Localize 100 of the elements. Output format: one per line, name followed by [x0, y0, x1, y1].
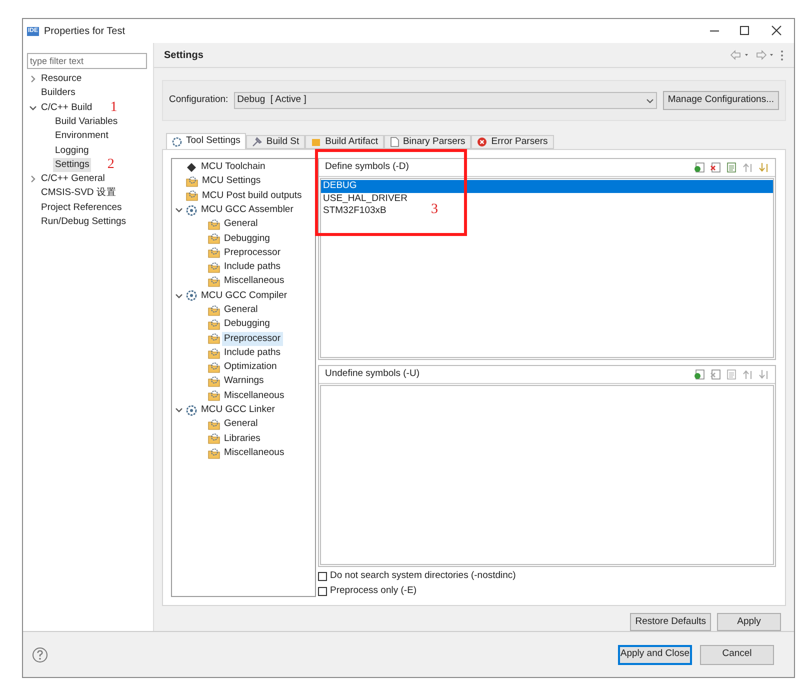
tree-item[interactable]: Environment	[53, 129, 110, 144]
tree-item[interactable]: Include paths	[222, 346, 283, 360]
tree-item[interactable]: Debugging	[222, 232, 272, 246]
tree-item[interactable]: Run/Debug Settings	[39, 214, 128, 230]
folder-gear-icon	[208, 362, 220, 373]
chevron-down-icon[interactable]	[175, 292, 183, 300]
add-icon[interactable]	[694, 369, 705, 380]
tree-item[interactable]: C/C++ Build	[39, 100, 94, 115]
gear-icon	[186, 290, 197, 302]
folder-gear-icon	[186, 176, 198, 187]
move-up-icon[interactable]	[742, 369, 753, 380]
chevron-down-icon[interactable]	[29, 104, 37, 112]
tree-item[interactable]: Settings	[53, 158, 92, 172]
tree-item[interactable]: MCU Settings	[200, 174, 263, 189]
folder-gear-icon	[208, 276, 220, 288]
dialog-button[interactable]: Apply and Close	[618, 644, 692, 664]
folder-gear-icon	[208, 333, 220, 344]
hammer-icon	[252, 137, 262, 147]
folder-gear-icon	[208, 433, 220, 444]
tree-item[interactable]: Logging	[53, 144, 91, 158]
chevron-right-icon[interactable]	[29, 75, 37, 84]
page-button[interactable]: Restore Defaults	[630, 613, 711, 631]
box-icon	[311, 137, 322, 147]
checkbox-label: Preprocess only (-E)	[330, 584, 417, 598]
tree-item[interactable]: Build Variables	[53, 114, 120, 130]
window-title: Properties for Test	[44, 24, 125, 38]
add-icon[interactable]	[694, 162, 705, 173]
error-icon	[477, 137, 488, 147]
gear-icon	[186, 404, 197, 416]
tree-item[interactable]: Include paths	[222, 260, 283, 274]
folder-gear-icon	[208, 376, 220, 388]
tree-item[interactable]: Libraries	[222, 432, 262, 446]
tree-item[interactable]: Miscellaneous	[222, 446, 286, 460]
chevron-right-icon[interactable]	[29, 175, 37, 184]
tree-item[interactable]: MCU GCC Linker	[199, 403, 277, 418]
tree-item[interactable]: MCU Toolchain	[199, 160, 268, 174]
folder-gear-icon	[208, 418, 220, 430]
gear-icon	[172, 136, 182, 146]
manage-configurations-button[interactable]: Manage Configurations...	[662, 91, 779, 110]
symbol-item[interactable]: USE_HAL_DRIVER	[321, 192, 410, 205]
checkbox[interactable]	[318, 572, 327, 580]
tab[interactable]: Build Artifact	[305, 135, 384, 149]
annotation-number: 1	[110, 100, 118, 115]
symbol-item[interactable]: STM32F103xB	[321, 205, 388, 218]
tree-item[interactable]: Miscellaneous	[222, 388, 286, 404]
panel-title: Undefine symbols (-U)	[325, 367, 420, 382]
dialog-button[interactable]: Cancel	[700, 644, 774, 664]
tab[interactable]: Binary Parsers	[384, 135, 472, 149]
annotation-number: 2	[107, 158, 114, 172]
folder-gear-icon	[208, 262, 220, 273]
tree-item[interactable]: Debugging	[222, 317, 272, 332]
panel-title: Define symbols (-D)	[325, 160, 409, 174]
more-icon[interactable]	[780, 50, 784, 61]
chip-icon	[186, 162, 197, 173]
tab[interactable]: Tool Settings	[166, 133, 246, 149]
configuration-dropdown[interactable]: Debug [ Active ]	[234, 92, 657, 110]
filter-field[interactable]: type filter text	[27, 53, 147, 69]
tree-item[interactable]: Resource	[39, 72, 84, 86]
move-down-icon[interactable]	[758, 162, 769, 173]
tree-item[interactable]: General	[222, 417, 260, 432]
gear-icon	[186, 204, 197, 216]
tab[interactable]: Build St	[246, 135, 306, 149]
tree-item[interactable]: C/C++ General	[39, 172, 107, 186]
checkbox[interactable]	[318, 586, 327, 596]
document-icon	[390, 137, 399, 147]
tree-item[interactable]: Preprocessor	[222, 332, 282, 346]
tree-item[interactable]: CMSIS-SVD 设置	[39, 186, 118, 201]
folder-gear-icon	[208, 318, 220, 330]
folder-gear-icon	[208, 233, 220, 244]
folder-gear-icon	[208, 390, 220, 402]
tree-item[interactable]: Project References	[39, 200, 124, 215]
tree-item[interactable]: Builders	[39, 86, 78, 101]
tab[interactable]: Error Parsers	[471, 135, 554, 149]
move-down-icon[interactable]	[758, 369, 769, 380]
tree-item[interactable]: MCU Post build outputs	[200, 188, 304, 203]
folder-gear-icon	[208, 448, 220, 459]
configuration-label: Configuration:	[169, 93, 228, 108]
page-button[interactable]: Apply	[717, 613, 781, 631]
tree-item[interactable]: Warnings	[222, 374, 266, 389]
folder-gear-icon	[186, 190, 198, 202]
chevron-down-icon[interactable]	[175, 406, 183, 414]
folder-gear-icon	[208, 218, 220, 230]
tree-item[interactable]: Miscellaneous	[222, 274, 286, 289]
annotation-number: 3	[431, 203, 438, 217]
tree-item[interactable]: MCU GCC Assembler	[199, 202, 296, 218]
tree-item[interactable]: Preprocessor	[222, 246, 282, 260]
edit-icon[interactable]	[726, 369, 737, 380]
symbol-item[interactable]: DEBUG	[321, 180, 773, 192]
help-icon[interactable]	[32, 646, 48, 662]
move-up-icon[interactable]	[742, 162, 753, 173]
delete-icon[interactable]	[710, 369, 721, 380]
edit-icon[interactable]	[726, 162, 737, 173]
tree-item[interactable]: Optimization	[222, 360, 279, 374]
chevron-down-icon[interactable]	[175, 206, 183, 214]
tree-item[interactable]: General	[222, 302, 260, 318]
tree-item[interactable]: General	[222, 217, 260, 232]
tree-item[interactable]: MCU GCC Compiler	[199, 288, 290, 303]
checkbox-label: Do not search system directories (-nostdinc)	[330, 568, 516, 583]
delete-icon[interactable]	[710, 162, 721, 173]
folder-gear-icon	[208, 348, 220, 358]
